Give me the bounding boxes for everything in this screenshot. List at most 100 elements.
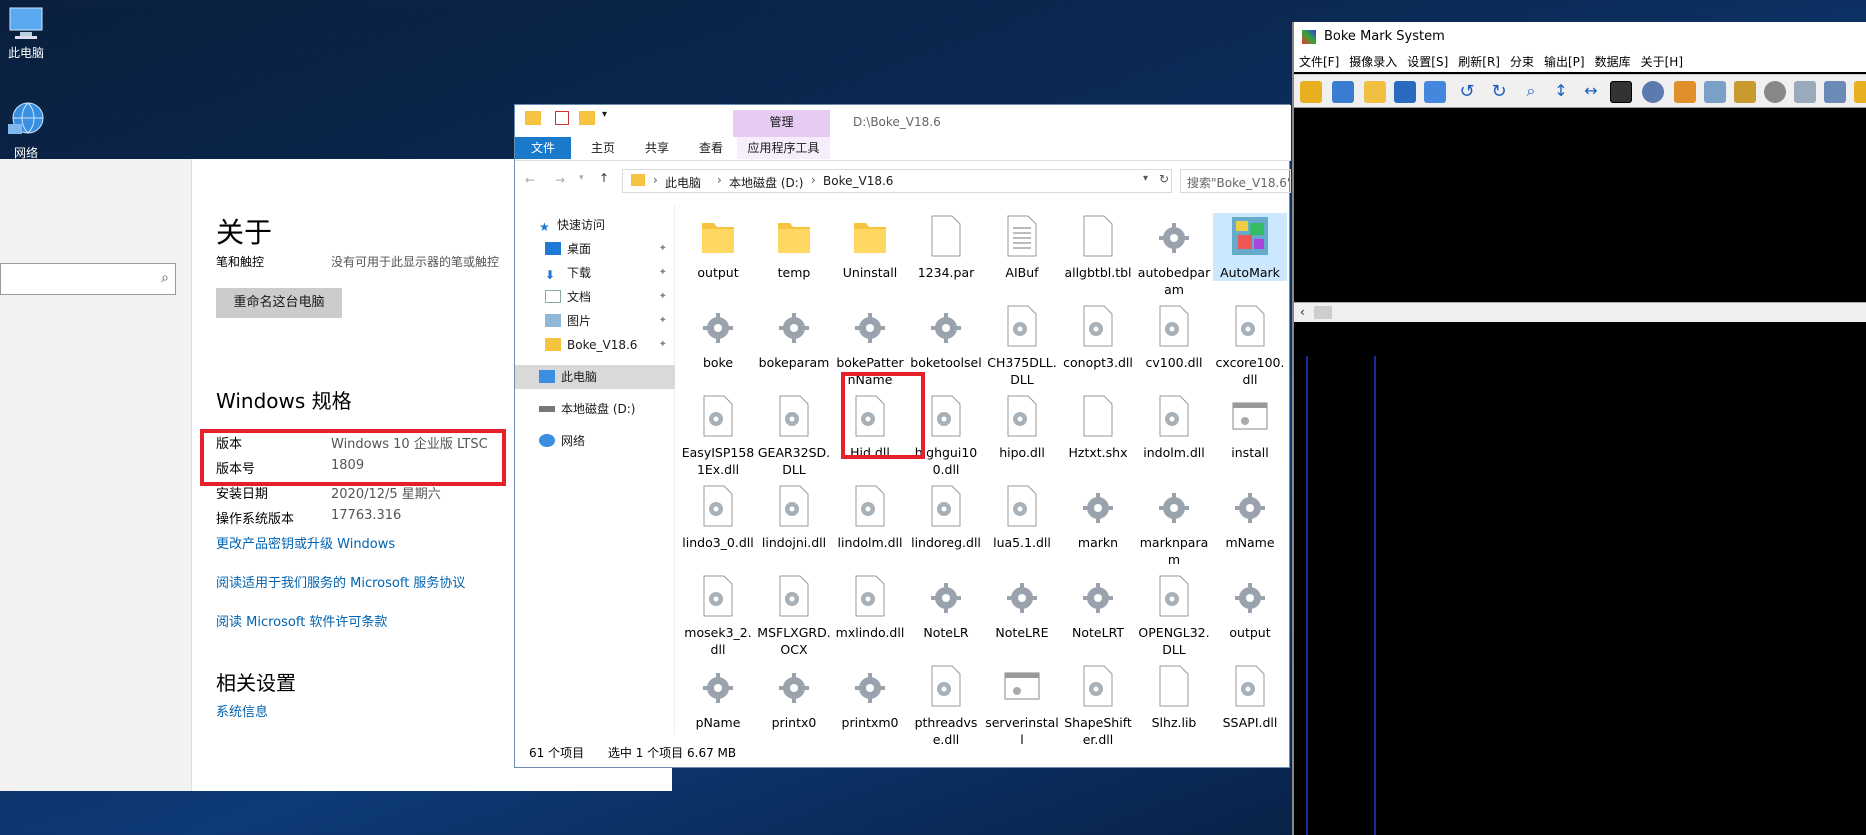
file-item[interactable]: mosek3_2.dll [681,573,755,658]
horizontal-scrollbar[interactable]: ‹ [1294,302,1866,322]
nav-boke-folder[interactable]: Boke_V18.6 ✦ [545,333,675,357]
nav-pictures[interactable]: 图片 ✦ [545,309,675,333]
tool-disk-icon[interactable] [1764,81,1786,103]
nav-quick-access[interactable]: ★ 快速访问 [539,213,605,237]
nav-desktop[interactable]: 桌面 ✦ [545,237,675,261]
service-agreement-link[interactable]: 阅读适用于我们服务的 Microsoft 服务协议 [216,572,465,591]
file-item[interactable]: output [681,213,755,281]
file-item[interactable]: lindoreg.dll [909,483,983,551]
file-item[interactable]: MSFLXGRD.OCX [757,573,831,658]
file-item[interactable]: allgbtbl.tbl [1061,213,1135,281]
new-folder-icon[interactable] [579,111,595,125]
file-item[interactable]: NoteLRE [985,573,1059,641]
file-item[interactable]: bokeparam [757,303,831,371]
file-item[interactable]: hipo.dll [985,393,1059,461]
file-item[interactable]: OPENGL32.DLL [1137,573,1211,658]
file-item[interactable]: mxlindo.dll [833,573,907,641]
file-item[interactable]: mName [1213,483,1287,551]
system-info-link[interactable]: 系统信息 [216,701,268,720]
tool-zoom-icon[interactable]: ⌕ [1520,81,1542,103]
tool-new-icon[interactable] [1332,81,1354,103]
tool-horizontal-arrow-icon[interactable]: ↔ [1580,81,1602,103]
scroll-thumb[interactable] [1314,306,1332,319]
tool-cut-icon[interactable] [1300,81,1322,103]
file-item[interactable]: ShapeShifter.dll [1061,663,1135,745]
file-item[interactable]: serverinstall [985,663,1059,745]
file-item[interactable]: output [1213,573,1287,641]
file-item[interactable]: printxm0 [833,663,907,731]
breadcrumb-drive[interactable]: 本地磁盘 (D:) [729,174,803,191]
forward-icon[interactable]: → [555,173,565,187]
file-item[interactable]: NoteLR [909,573,983,641]
file-item[interactable]: EasyISP1581Ex.dll [681,393,755,478]
file-item[interactable]: AutoMark [1213,213,1287,281]
menu-settings[interactable]: 设置[S] [1402,52,1453,72]
search-input[interactable]: 搜索"Boke_V18.6" [1180,169,1291,193]
menu-camera-input[interactable]: 摄像录入 [1344,52,1402,72]
file-item[interactable]: indolm.dll [1137,393,1211,461]
tab-share[interactable]: 共享 [631,137,683,159]
breadcrumb-this-pc[interactable]: 此电脑 [665,174,701,191]
file-item[interactable]: lindojni.dll [757,483,831,551]
tool-import-icon[interactable] [1704,81,1726,103]
quick-access-dropdown-icon[interactable]: ▾ [602,109,607,120]
file-item[interactable]: boketoolsel [909,303,983,371]
tool-open-folder-icon[interactable] [1364,81,1386,103]
tab-app-tools[interactable]: 应用程序工具 [737,137,830,159]
file-item[interactable]: SSAPI.dll [1213,663,1287,731]
properties-icon[interactable] [555,111,569,125]
file-item[interactable]: temp [757,213,831,281]
file-item[interactable]: GEAR32SD.DLL [757,393,831,478]
tool-print-icon[interactable] [1794,81,1816,103]
menu-file[interactable]: 文件[F] [1294,52,1344,72]
nav-network[interactable]: 网络 [539,429,585,453]
file-item[interactable]: autobedparam [1137,213,1211,298]
file-item[interactable]: NoteLRT [1061,573,1135,641]
nav-this-pc[interactable]: 此电脑 [515,365,675,389]
file-item[interactable]: boke [681,303,755,371]
file-item[interactable]: lua5.1.dll [985,483,1059,551]
tool-vertical-arrow-icon[interactable]: ↕ [1550,81,1572,103]
recent-dropdown-icon[interactable]: ▾ [579,173,584,183]
change-product-key-link[interactable]: 更改产品密钥或升级 Windows [216,533,395,552]
tool-wheel-icon[interactable] [1642,81,1664,103]
settings-search-input[interactable]: ⌕ [0,263,176,295]
menu-output[interactable]: 输出[P] [1539,52,1590,72]
file-item[interactable]: CH375DLL.DLL [985,303,1059,388]
file-item[interactable]: lindo3_0.dll [681,483,755,551]
file-item[interactable]: cxcore100.dll [1213,303,1287,388]
file-item[interactable]: markn [1061,483,1135,551]
tool-pen-icon[interactable] [1610,81,1632,103]
tool-settings-icon[interactable] [1824,81,1846,103]
file-item[interactable]: Uninstall [833,213,907,281]
file-item[interactable]: 1234.par [909,213,983,281]
license-terms-link[interactable]: 阅读 Microsoft 软件许可条款 [216,611,387,630]
file-item[interactable]: Slhz.lib [1137,663,1211,731]
file-item[interactable]: pName [681,663,755,731]
tool-undo-icon[interactable]: ↺ [1456,81,1478,103]
nav-local-drive[interactable]: 本地磁盘 (D:) [539,397,635,421]
menu-about[interactable]: 关于[H] [1636,52,1688,72]
menu-split[interactable]: 分束 [1505,52,1539,72]
menu-refresh[interactable]: 刷新[R] [1453,52,1505,72]
context-tab-manage[interactable]: 管理 [733,110,830,137]
file-item[interactable]: cv100.dll [1137,303,1211,371]
file-item[interactable]: marknparam [1137,483,1211,568]
rename-pc-button[interactable]: 重命名这台电脑 [216,288,342,318]
nav-downloads[interactable]: ⬇ 下载 ✦ [545,261,675,285]
file-item[interactable]: pthreadvse.dll [909,663,983,745]
file-item[interactable]: lindolm.dll [833,483,907,551]
tab-view[interactable]: 查看 [685,137,737,159]
file-item[interactable]: Hztxt.shx [1061,393,1135,461]
tool-grid-icon[interactable] [1424,81,1446,103]
scroll-left-icon[interactable]: ‹ [1300,305,1305,319]
nav-documents[interactable]: 文档 ✦ [545,285,675,309]
file-item[interactable]: install [1213,393,1287,461]
refresh-icon[interactable]: ↻ [1159,172,1169,186]
tool-save-icon[interactable] [1394,81,1416,103]
file-item[interactable]: conopt3.dll [1061,303,1135,371]
tool-film-icon[interactable] [1734,81,1756,103]
file-item[interactable]: AIBuf [985,213,1059,281]
breadcrumb-folder[interactable]: Boke_V18.6 [823,174,893,188]
up-icon[interactable]: ↑ [599,171,609,185]
